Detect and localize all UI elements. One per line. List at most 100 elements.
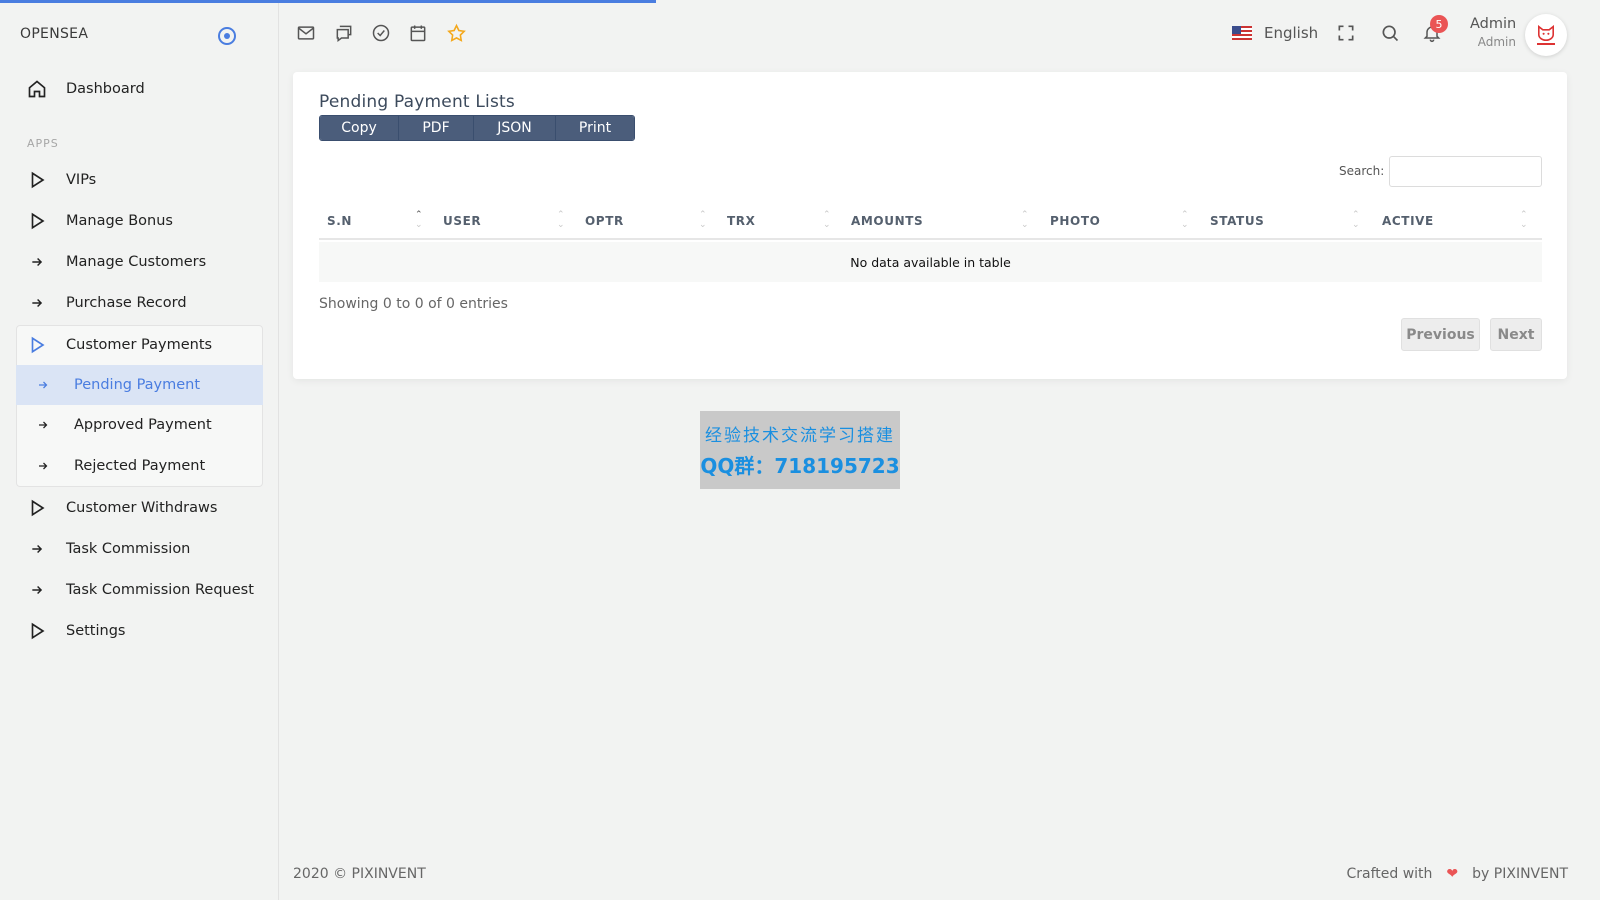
chat-icon[interactable] bbox=[333, 22, 355, 44]
column-header-photo[interactable]: PHOTO bbox=[1050, 204, 1100, 238]
sidebar-item-vips[interactable]: VIPs bbox=[20, 160, 260, 200]
language-selector[interactable]: English bbox=[1232, 22, 1318, 44]
column-header-trx[interactable]: TRX bbox=[727, 204, 755, 238]
sort-icon: ⌃ ⌄ bbox=[557, 210, 565, 230]
star-icon[interactable] bbox=[445, 22, 467, 44]
arrow-right-icon bbox=[20, 296, 54, 310]
watermark-line-1: 经验技术交流学习搭建 bbox=[705, 426, 895, 446]
footer-crafted-suffix: by PIXINVENT bbox=[1472, 866, 1568, 882]
sort-icon: ⌃ ⌄ bbox=[1181, 210, 1189, 230]
watermark-line-2: QQ群：718195723 bbox=[700, 454, 900, 478]
column-header-optr[interactable]: OPTR bbox=[585, 204, 624, 238]
notification-badge: 5 bbox=[1430, 15, 1448, 33]
sort-icon: ⌃ ⌄ bbox=[699, 210, 707, 230]
column-label: TRX bbox=[727, 214, 756, 228]
sidebar-item-label: Customer Payments bbox=[66, 337, 213, 353]
column-label: AMOUNTS bbox=[851, 214, 924, 228]
column-label: ACTIVE bbox=[1382, 214, 1434, 228]
sidebar-toggle-icon[interactable] bbox=[218, 27, 236, 45]
pending-payments-card: Pending Payment Lists Copy PDF JSON Prin… bbox=[293, 72, 1567, 379]
sidebar-item-label: Dashboard bbox=[66, 81, 145, 97]
heart-icon: ❤ bbox=[1446, 866, 1459, 882]
sidebar-item-task-commission[interactable]: Task Commission bbox=[20, 529, 260, 569]
json-button[interactable]: JSON bbox=[474, 116, 556, 140]
export-button-group: Copy PDF JSON Print bbox=[319, 115, 635, 141]
sidebar-item-dashboard[interactable]: Dashboard bbox=[20, 69, 260, 109]
sort-icon: ⌃ ⌄ bbox=[415, 210, 423, 230]
column-header-status[interactable]: STATUS bbox=[1210, 204, 1264, 238]
play-outline-icon bbox=[20, 212, 54, 230]
sidebar-subitem-pending-payment[interactable]: Pending Payment bbox=[20, 365, 260, 405]
sidebar-item-label: Manage Customers bbox=[66, 254, 207, 270]
sidebar-item-label: Purchase Record bbox=[66, 295, 187, 311]
language-label: English bbox=[1264, 24, 1319, 42]
search-label: Search: bbox=[1339, 164, 1385, 178]
next-page-button[interactable]: Next bbox=[1490, 318, 1542, 351]
sidebar-item-manage-customers[interactable]: Manage Customers bbox=[20, 242, 260, 282]
arrow-right-icon bbox=[20, 542, 54, 556]
home-icon bbox=[20, 79, 54, 99]
sidebar-subitem-approved-payment[interactable]: Approved Payment bbox=[20, 405, 260, 445]
section-label-apps: APPS bbox=[27, 137, 59, 150]
table-info: Showing 0 to 0 of 0 entries bbox=[319, 296, 508, 312]
column-header-sn[interactable]: S.N bbox=[327, 204, 352, 238]
footer-crafted-prefix: Crafted with bbox=[1346, 866, 1433, 882]
sidebar-item-task-commission-request[interactable]: Task Commission Request bbox=[20, 570, 260, 610]
avatar[interactable] bbox=[1525, 14, 1567, 56]
sidebar-item-label: Manage Bonus bbox=[66, 213, 173, 229]
previous-page-button[interactable]: Previous bbox=[1401, 318, 1480, 351]
calendar-icon[interactable] bbox=[407, 22, 429, 44]
search-icon[interactable] bbox=[1379, 22, 1401, 44]
sidebar-item-customer-payments[interactable]: Customer Payments bbox=[20, 325, 260, 365]
sidebar-item-label: VIPs bbox=[66, 172, 97, 188]
arrow-right-icon bbox=[26, 419, 60, 431]
sort-icon: ⌃ ⌄ bbox=[1021, 210, 1029, 230]
footer-copyright: 2020 © PIXINVENT bbox=[293, 866, 426, 882]
sidebar-item-purchase-record[interactable]: Purchase Record bbox=[20, 283, 260, 323]
column-header-active[interactable]: ACTIVE bbox=[1382, 204, 1434, 238]
page-load-progress bbox=[0, 0, 656, 3]
sidebar-subitem-label: Pending Payment bbox=[74, 377, 201, 393]
user-role: Admin bbox=[1477, 35, 1516, 49]
play-outline-icon bbox=[20, 336, 54, 354]
mail-icon[interactable] bbox=[295, 22, 317, 44]
sidebar-item-label: Task Commission Request bbox=[66, 582, 254, 598]
brand-name: OPENSEA bbox=[20, 26, 89, 42]
column-label: OPTR bbox=[585, 214, 624, 228]
column-label: S.N bbox=[327, 214, 353, 228]
sidebar-subitem-rejected-payment[interactable]: Rejected Payment bbox=[20, 446, 260, 486]
play-outline-icon bbox=[20, 622, 54, 640]
play-outline-icon bbox=[20, 499, 54, 517]
search-input[interactable] bbox=[1389, 156, 1542, 187]
print-button[interactable]: Print bbox=[556, 116, 634, 140]
fullscreen-icon[interactable] bbox=[1335, 22, 1357, 44]
user-name[interactable]: Admin bbox=[1470, 16, 1516, 32]
sidebar-item-customer-withdraws[interactable]: Customer Withdraws bbox=[20, 488, 260, 528]
sidebar: OPENSEA Dashboard APPS VIPs Manage Bonus… bbox=[0, 0, 279, 900]
watermark-overlay: 经验技术交流学习搭建 QQ群：718195723 bbox=[700, 411, 900, 489]
us-flag-icon bbox=[1232, 26, 1252, 40]
column-label: USER bbox=[443, 214, 482, 228]
check-circle-icon[interactable] bbox=[370, 22, 392, 44]
column-label: PHOTO bbox=[1050, 214, 1101, 228]
sort-icon: ⌃ ⌄ bbox=[823, 210, 831, 230]
cat-logo-icon bbox=[1538, 25, 1554, 41]
arrow-right-icon bbox=[26, 379, 60, 391]
sidebar-item-label: Task Commission bbox=[66, 541, 191, 557]
sort-icon: ⌃ ⌄ bbox=[1352, 210, 1360, 230]
footer-credits: Crafted with ❤ by PIXINVENT bbox=[1346, 866, 1568, 882]
play-outline-icon bbox=[20, 171, 54, 189]
arrow-right-icon bbox=[26, 460, 60, 472]
sidebar-subitem-label: Rejected Payment bbox=[74, 458, 206, 474]
sidebar-item-manage-bonus[interactable]: Manage Bonus bbox=[20, 201, 260, 241]
sidebar-item-label: Settings bbox=[66, 623, 126, 639]
column-header-user[interactable]: USER bbox=[443, 204, 481, 238]
column-label: STATUS bbox=[1210, 214, 1265, 228]
sidebar-subitem-label: Approved Payment bbox=[74, 417, 212, 433]
arrow-right-icon bbox=[20, 583, 54, 597]
table-header: S.N ⌃ ⌄ USER ⌃ ⌄ OPTR ⌃ ⌄ TRX ⌃ ⌄ AMOUNTS ⌃ ⌄… bbox=[319, 204, 1542, 240]
column-header-amounts[interactable]: AMOUNTS bbox=[851, 204, 923, 238]
copy-button[interactable]: Copy bbox=[320, 116, 399, 140]
pdf-button[interactable]: PDF bbox=[399, 116, 474, 140]
sidebar-item-settings[interactable]: Settings bbox=[20, 611, 260, 651]
